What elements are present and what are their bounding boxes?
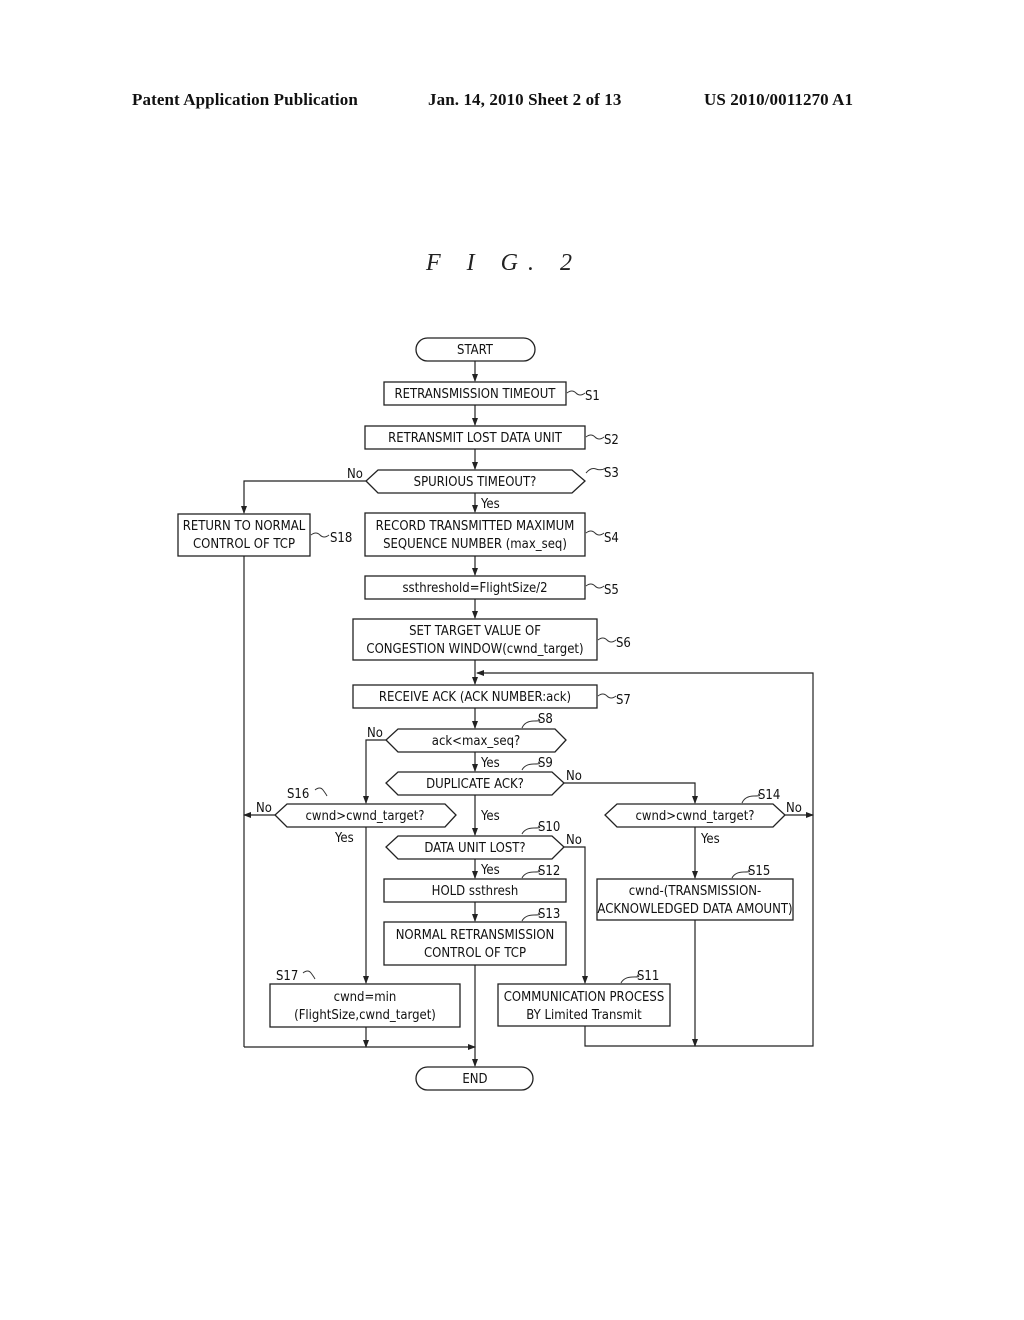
svg-text:DUPLICATE ACK?: DUPLICATE ACK? [426, 777, 524, 792]
branch-yes: Yes [480, 756, 500, 771]
svg-text:BY Limited Transmit: BY Limited Transmit [526, 1008, 642, 1023]
edge-s9-s14 [564, 782, 698, 804]
node-s5: ssthreshold=FlightSize/2 S5 [364, 575, 619, 600]
step-label: S14 [758, 788, 780, 803]
svg-text:ack<max_seq?: ack<max_seq? [432, 734, 520, 749]
branch-yes: Yes [480, 863, 500, 878]
step-label: S13 [538, 907, 560, 922]
svg-text:ssthreshold=FlightSize/2: ssthreshold=FlightSize/2 [402, 581, 547, 596]
branch-yes: Yes [480, 497, 500, 512]
node-s18: RETURN TO NORMAL CONTROL OF TCP S18 [177, 513, 352, 557]
svg-text:SPURIOUS TIMEOUT?: SPURIOUS TIMEOUT? [414, 475, 537, 490]
svg-text:RECORD TRANSMITTED MAXIMUM: RECORD TRANSMITTED MAXIMUM [376, 519, 575, 534]
branch-yes: Yes [700, 832, 720, 847]
branch-no: No [566, 769, 582, 784]
branch-no: No [256, 801, 272, 816]
branch-no: No [786, 801, 802, 816]
node-end: END [415, 1066, 534, 1091]
svg-text:HOLD ssthresh: HOLD ssthresh [432, 884, 519, 899]
svg-text:CONTROL OF TCP: CONTROL OF TCP [193, 537, 295, 552]
node-s4: RECORD TRANSMITTED MAXIMUM SEQUENCE NUMB… [364, 512, 619, 557]
branch-yes: Yes [480, 809, 500, 824]
step-label: S1 [585, 389, 600, 404]
node-s14: cwnd>cwnd_target? S14 No Yes [604, 788, 802, 847]
svg-text:cwnd-(TRANSMISSION-: cwnd-(TRANSMISSION- [629, 884, 762, 899]
node-s7: RECEIVE ACK (ACK NUMBER:ack) S7 [352, 684, 631, 709]
step-label: S5 [604, 583, 619, 598]
step-label: S9 [538, 756, 553, 771]
node-s3: SPURIOUS TIMEOUT? S3 No Yes [347, 466, 619, 512]
svg-text:cwnd>cwnd_target?: cwnd>cwnd_target? [305, 809, 424, 824]
step-label: S18 [330, 531, 352, 546]
svg-text:SEQUENCE NUMBER (max_seq): SEQUENCE NUMBER (max_seq) [383, 537, 567, 552]
node-s8: ack<max_seq? S8 No Yes [367, 712, 567, 771]
node-start: START [415, 337, 536, 362]
node-s6: SET TARGET VALUE OF CONGESTION WINDOW(cw… [352, 618, 631, 661]
node-s17: cwnd=min (FlightSize,cwnd_target) S17 [269, 969, 461, 1028]
step-label: S4 [604, 531, 619, 546]
branch-no: No [566, 833, 582, 848]
svg-text:RECEIVE ACK (ACK NUMBER:ack): RECEIVE ACK (ACK NUMBER:ack) [379, 690, 571, 705]
svg-text:END: END [462, 1072, 487, 1087]
branch-no: No [367, 726, 383, 741]
step-label: S3 [604, 466, 619, 481]
step-label: S17 [276, 969, 298, 984]
branch-no: No [347, 467, 363, 482]
step-label: S6 [616, 636, 631, 651]
flowchart: START RETRANSMISSION TIMEOUT S1 RETRANSM… [177, 337, 814, 1091]
step-label: S2 [604, 433, 619, 448]
svg-text:cwnd=min: cwnd=min [334, 990, 397, 1005]
svg-text:RETRANSMIT LOST DATA UNIT: RETRANSMIT LOST DATA UNIT [388, 431, 563, 446]
svg-text:RETURN TO NORMAL: RETURN TO NORMAL [183, 519, 306, 534]
svg-text:COMMUNICATION PROCESS: COMMUNICATION PROCESS [504, 990, 665, 1005]
edge-s8-s16 [363, 739, 386, 804]
svg-text:SET TARGET VALUE OF: SET TARGET VALUE OF [409, 624, 541, 639]
step-label: S15 [748, 864, 770, 879]
node-s1: RETRANSMISSION TIMEOUT S1 [383, 381, 600, 406]
step-label: S8 [538, 712, 553, 727]
edge-s10-s11 [564, 846, 588, 984]
step-label: S12 [538, 864, 560, 879]
svg-text:cwnd>cwnd_target?: cwnd>cwnd_target? [635, 809, 754, 824]
step-label: S11 [637, 969, 659, 984]
branch-yes: Yes [334, 831, 354, 846]
svg-text:(FlightSize,cwnd_target): (FlightSize,cwnd_target) [294, 1008, 436, 1023]
svg-text:CONGESTION WINDOW(cwnd_target): CONGESTION WINDOW(cwnd_target) [366, 642, 583, 657]
node-s11: COMMUNICATION PROCESS BY Limited Transmi… [497, 969, 671, 1027]
svg-text:CONTROL OF TCP: CONTROL OF TCP [424, 946, 526, 961]
svg-text:RETRANSMISSION TIMEOUT: RETRANSMISSION TIMEOUT [395, 387, 557, 402]
svg-text:DATA UNIT LOST?: DATA UNIT LOST? [424, 841, 525, 856]
svg-text:ACKNOWLEDGED DATA AMOUNT): ACKNOWLEDGED DATA AMOUNT) [597, 902, 792, 917]
step-label: S10 [538, 820, 560, 835]
step-label: S7 [616, 693, 631, 708]
edge-s3-s18 [241, 480, 366, 514]
step-label: S16 [287, 787, 309, 802]
svg-text:START: START [457, 343, 494, 358]
node-s2: RETRANSMIT LOST DATA UNIT S2 [364, 425, 619, 450]
svg-text:NORMAL RETRANSMISSION: NORMAL RETRANSMISSION [396, 928, 555, 943]
